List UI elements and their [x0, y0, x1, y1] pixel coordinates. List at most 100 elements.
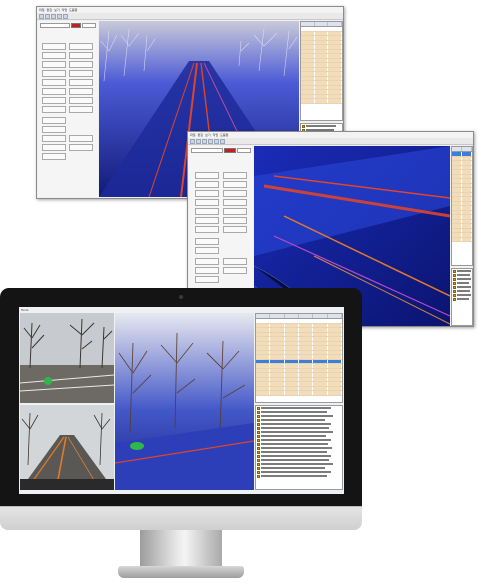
toolbar-button-icon[interactable] — [202, 139, 207, 144]
tool-button[interactable] — [42, 144, 66, 151]
tool-panel — [38, 21, 98, 197]
toolbar-button-icon[interactable] — [39, 14, 44, 19]
tool-button[interactable] — [42, 43, 66, 50]
tool-button[interactable] — [195, 199, 219, 206]
tool-button[interactable] — [42, 126, 66, 133]
tool-button[interactable] — [69, 135, 93, 142]
tool-button[interactable] — [223, 267, 247, 274]
tool-button[interactable] — [69, 88, 93, 95]
toolbar-button-icon[interactable] — [51, 14, 56, 19]
folder-icon — [257, 450, 260, 454]
tool-button[interactable] — [195, 217, 219, 224]
tool-button[interactable] — [42, 70, 66, 77]
color-swatch[interactable] — [71, 23, 81, 28]
menu-item[interactable]: 파일 — [39, 7, 45, 13]
toolbar-button-icon[interactable] — [220, 139, 225, 144]
list-item[interactable] — [256, 474, 342, 478]
tool-button[interactable] — [42, 61, 66, 68]
folder-icon — [257, 434, 260, 438]
tool-button[interactable] — [69, 70, 93, 77]
tool-button[interactable] — [69, 52, 93, 59]
input-field[interactable] — [82, 23, 96, 28]
menu-item[interactable]: 도움말 — [69, 7, 77, 13]
tool-button[interactable] — [223, 217, 247, 224]
menu-item[interactable]: 파일 — [190, 132, 196, 138]
table-row[interactable] — [256, 391, 342, 396]
folder-icon — [453, 281, 456, 285]
tool-button[interactable] — [195, 267, 219, 274]
tool-button[interactable] — [42, 52, 66, 59]
tool-button[interactable] — [223, 208, 247, 215]
monitor-stand — [140, 530, 222, 570]
menu-item[interactable]: 작업 — [62, 7, 68, 13]
tool-button[interactable] — [223, 199, 247, 206]
input-field[interactable] — [191, 148, 223, 153]
menu-item[interactable]: 보기 — [205, 132, 211, 138]
menu-item[interactable]: 보기 — [54, 7, 60, 13]
tool-button[interactable] — [42, 135, 66, 142]
folder-icon — [257, 454, 260, 458]
ground-marker[interactable] — [130, 442, 144, 450]
toolbar-button-icon[interactable] — [208, 139, 213, 144]
tool-button[interactable] — [69, 144, 93, 151]
menu-item[interactable]: 도움말 — [220, 132, 228, 138]
folder-icon — [453, 273, 456, 277]
folder-icon — [257, 426, 260, 430]
tool-button[interactable] — [223, 190, 247, 197]
folder-icon — [257, 466, 260, 470]
tool-button[interactable] — [223, 172, 247, 179]
tool-button[interactable] — [42, 106, 66, 113]
tool-button[interactable] — [69, 61, 93, 68]
folder-icon — [453, 285, 456, 289]
menu-item[interactable]: 작업 — [213, 132, 219, 138]
folder-icon — [257, 474, 260, 478]
toolbar-button-icon[interactable] — [214, 139, 219, 144]
folder-icon — [453, 269, 456, 273]
tool-button[interactable] — [195, 181, 219, 188]
point-cloud-render — [115, 313, 254, 490]
toolbar-button-icon[interactable] — [196, 139, 201, 144]
input-field[interactable] — [237, 148, 251, 153]
tool-button[interactable] — [42, 79, 66, 86]
tool-button[interactable] — [195, 190, 219, 197]
folder-icon — [453, 289, 456, 293]
toolbar-button-icon[interactable] — [190, 139, 195, 144]
tool-button[interactable] — [42, 117, 66, 124]
color-swatch[interactable] — [224, 148, 236, 153]
folder-icon — [302, 124, 305, 128]
camera-photo-top — [20, 313, 114, 403]
tool-button[interactable] — [195, 226, 219, 233]
menu-item[interactable]: 편집 — [198, 132, 204, 138]
window-title: Tools — [21, 308, 29, 312]
attribute-table — [451, 146, 473, 266]
tool-button[interactable] — [195, 238, 219, 245]
camera-icon — [179, 295, 183, 299]
tool-button[interactable] — [195, 247, 219, 254]
tool-button[interactable] — [195, 172, 219, 179]
toolbar-button-icon[interactable] — [57, 14, 62, 19]
table-row[interactable] — [301, 99, 342, 104]
tool-button[interactable] — [195, 208, 219, 215]
tool-button[interactable] — [42, 88, 66, 95]
toolbar-button-icon[interactable] — [63, 14, 68, 19]
folder-icon — [257, 414, 260, 418]
toolbar — [188, 138, 473, 145]
input-field[interactable] — [40, 23, 70, 28]
tool-button[interactable] — [69, 97, 93, 104]
tool-button[interactable] — [223, 258, 247, 265]
menu-item[interactable]: 편집 — [47, 7, 53, 13]
point-cloud-viewport[interactable] — [115, 313, 254, 490]
tool-button[interactable] — [42, 153, 66, 160]
tool-button[interactable] — [223, 181, 247, 188]
tool-button[interactable] — [69, 79, 93, 86]
list-item[interactable] — [452, 297, 472, 301]
folder-icon — [257, 410, 260, 414]
tool-button[interactable] — [69, 43, 93, 50]
table-row[interactable] — [452, 237, 472, 242]
tool-button[interactable] — [69, 106, 93, 113]
toolbar-button-icon[interactable] — [45, 14, 50, 19]
tool-button[interactable] — [195, 258, 219, 265]
tool-button[interactable] — [42, 97, 66, 104]
tool-button[interactable] — [223, 226, 247, 233]
tool-button[interactable] — [195, 276, 219, 283]
